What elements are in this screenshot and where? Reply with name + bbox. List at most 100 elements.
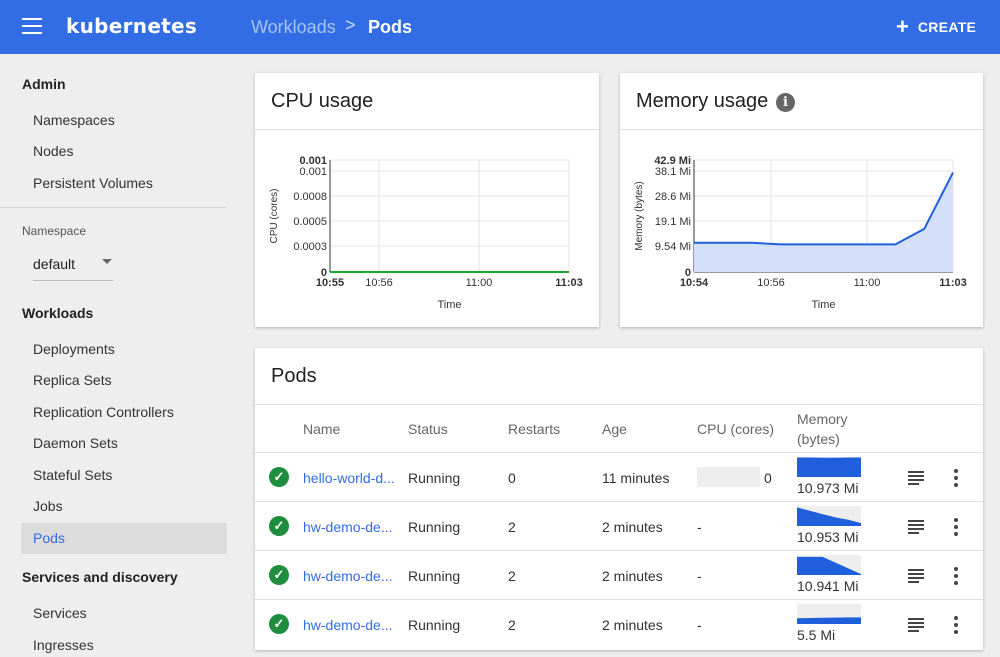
pod-name-link[interactable]: hello-world-d... bbox=[303, 470, 395, 486]
sidebar-item-deployments[interactable]: Deployments bbox=[21, 334, 227, 365]
pod-cpu: - bbox=[697, 617, 702, 633]
pod-memory: 10.973 Mi bbox=[797, 480, 859, 496]
pod-name-link[interactable]: hw-demo-de... bbox=[303, 617, 392, 633]
namespace-select[interactable]: default bbox=[33, 249, 113, 281]
sidebar-item-ingresses[interactable]: Ingresses bbox=[21, 630, 227, 657]
table-row[interactable]: ✓ hw-demo-de... Running 2 2 minutes - 10… bbox=[255, 550, 983, 599]
sidebar-item-namespaces[interactable]: Namespaces bbox=[21, 105, 227, 136]
table-row[interactable]: ✓ hw-demo-de... Running 2 2 minutes - 5.… bbox=[255, 599, 983, 648]
logs-icon[interactable] bbox=[908, 618, 924, 632]
pod-memory: 10.953 Mi bbox=[797, 529, 859, 545]
sidebar-item-replication-controllers[interactable]: Replication Controllers bbox=[21, 397, 227, 428]
sidebar-item-replica-sets[interactable]: Replica Sets bbox=[21, 365, 227, 396]
logs-icon[interactable] bbox=[908, 471, 924, 485]
pod-age: 2 minutes bbox=[602, 519, 663, 535]
kubernetes-logo[interactable]: kubernetes bbox=[66, 14, 197, 38]
chart-x-tick-label: 10:56 bbox=[757, 277, 785, 289]
pod-name-link[interactable]: hw-demo-de... bbox=[303, 568, 392, 584]
table-row[interactable]: ✓ hw-demo-de... Running 2 2 minutes - 10… bbox=[255, 501, 983, 550]
pod-restarts: 2 bbox=[508, 568, 516, 584]
memory-sparkline bbox=[797, 457, 861, 477]
chart-y-tick-label: 19.1 Mi bbox=[655, 216, 691, 228]
info-icon[interactable]: i bbox=[776, 93, 795, 112]
sidebar-item-pods[interactable]: Pods bbox=[21, 523, 227, 554]
status-ok-icon: ✓ bbox=[269, 516, 289, 536]
sidebar: Admin Namespaces Nodes Persistent Volume… bbox=[0, 54, 240, 657]
column-header-status[interactable]: Status bbox=[408, 421, 448, 437]
sidebar-item-nodes[interactable]: Nodes bbox=[21, 136, 227, 167]
breadcrumb-pods: Pods bbox=[368, 17, 413, 37]
status-ok-icon: ✓ bbox=[269, 614, 289, 634]
memory-sparkline bbox=[797, 555, 861, 575]
column-header-restarts[interactable]: Restarts bbox=[508, 421, 560, 437]
pod-name-link[interactable]: hw-demo-de... bbox=[303, 519, 392, 535]
pod-cpu: - bbox=[697, 568, 702, 584]
breadcrumb-workloads[interactable]: Workloads bbox=[251, 17, 336, 38]
pod-restarts: 2 bbox=[508, 519, 516, 535]
chart-series-line bbox=[694, 172, 954, 246]
chart-x-tick-label: 11:00 bbox=[466, 277, 493, 289]
pods-card-title: Pods bbox=[271, 365, 317, 387]
chart-y-tick-label: 0.0008 bbox=[293, 191, 327, 203]
pod-restarts: 2 bbox=[508, 617, 516, 633]
chart-y-tick-label: 0.0003 bbox=[293, 241, 327, 253]
cpu-usage-chart: 10:55 10:56 11:00 11:0300.00030.00050.00080… bbox=[269, 155, 583, 311]
card-divider bbox=[255, 404, 983, 405]
chart-x-tick-label: 11:03 bbox=[555, 277, 583, 289]
namespace-value: default bbox=[33, 256, 76, 272]
sidebar-item-daemon-sets[interactable]: Daemon Sets bbox=[21, 428, 227, 459]
memory-usage-chart: 10:54 10:56 11:00 11:0309.54 Mi19.1 Mi28.6 … bbox=[634, 155, 967, 311]
chart-y-tick-label: 0.0005 bbox=[293, 216, 327, 228]
chart-y-tick-label: 0 bbox=[321, 267, 327, 279]
chart-y-tick-label: 9.54 Mi bbox=[655, 241, 691, 253]
more-vert-icon[interactable] bbox=[954, 616, 958, 634]
plus-icon: + bbox=[896, 14, 909, 39]
sidebar-item-services[interactable]: Services bbox=[21, 598, 227, 629]
pod-restarts: 0 bbox=[508, 470, 516, 486]
sidebar-heading-services[interactable]: Services and discovery bbox=[22, 569, 178, 585]
pod-memory: 10.941 Mi bbox=[797, 578, 859, 594]
menu-icon[interactable] bbox=[22, 18, 42, 34]
create-button[interactable]: + CREATE bbox=[896, 16, 976, 38]
memory-usage-card: Memory usage i 10:54 10:56 11:00 11:03 0 9.54… bbox=[620, 73, 983, 327]
status-ok-icon: ✓ bbox=[269, 467, 289, 487]
sparkline-area bbox=[797, 617, 861, 624]
pod-age: 2 minutes bbox=[602, 568, 663, 584]
pod-age: 2 minutes bbox=[602, 617, 663, 633]
logs-icon[interactable] bbox=[908, 569, 924, 583]
chart-x-axis-label: Time bbox=[437, 299, 461, 311]
pod-memory: 5.5 Mi bbox=[797, 627, 836, 643]
sparkline-area bbox=[797, 457, 861, 477]
memory-sparkline bbox=[797, 604, 861, 624]
column-header-name[interactable]: Name bbox=[303, 421, 340, 437]
more-vert-icon[interactable] bbox=[954, 567, 958, 585]
sidebar-heading-workloads[interactable]: Workloads bbox=[22, 305, 93, 321]
dropdown-arrow-icon bbox=[102, 259, 112, 264]
memory-card-title: Memory usage bbox=[636, 90, 769, 112]
table-row[interactable]: ✓ hello-world-d... Running 0 11 minutes … bbox=[255, 452, 983, 501]
logs-icon[interactable] bbox=[908, 520, 924, 534]
more-vert-icon[interactable] bbox=[954, 518, 958, 536]
sidebar-item-persistent-volumes[interactable]: Persistent Volumes bbox=[21, 168, 227, 199]
cpu-sparkline bbox=[697, 467, 760, 487]
chart-y-tick-label: 0.001 bbox=[299, 155, 327, 167]
column-header-age[interactable]: Age bbox=[602, 421, 627, 437]
top-bar: kubernetes Workloads > Pods + CREATE bbox=[0, 0, 1000, 54]
chart-area bbox=[694, 172, 953, 272]
pod-status: Running bbox=[408, 470, 461, 486]
pod-age: 11 minutes bbox=[602, 470, 670, 486]
chart-y-tick-label: 38.1 Mi bbox=[655, 166, 691, 178]
column-header-cpu: CPU (cores) bbox=[697, 421, 775, 437]
namespace-label: Namespace bbox=[22, 224, 87, 238]
chart-y-tick-label: 28.6 Mi bbox=[655, 191, 691, 203]
pod-status: Running bbox=[408, 568, 461, 584]
create-button-label: CREATE bbox=[917, 19, 977, 35]
status-ok-icon: ✓ bbox=[269, 565, 289, 585]
chart-x-axis-label: Time bbox=[811, 299, 835, 311]
sidebar-item-jobs[interactable]: Jobs bbox=[21, 491, 227, 522]
more-vert-icon[interactable] bbox=[954, 469, 958, 487]
sidebar-heading-admin[interactable]: Admin bbox=[22, 76, 66, 92]
sidebar-divider bbox=[0, 207, 227, 208]
sidebar-item-stateful-sets[interactable]: Stateful Sets bbox=[21, 460, 227, 491]
cpu-card-title: CPU usage bbox=[271, 90, 374, 112]
